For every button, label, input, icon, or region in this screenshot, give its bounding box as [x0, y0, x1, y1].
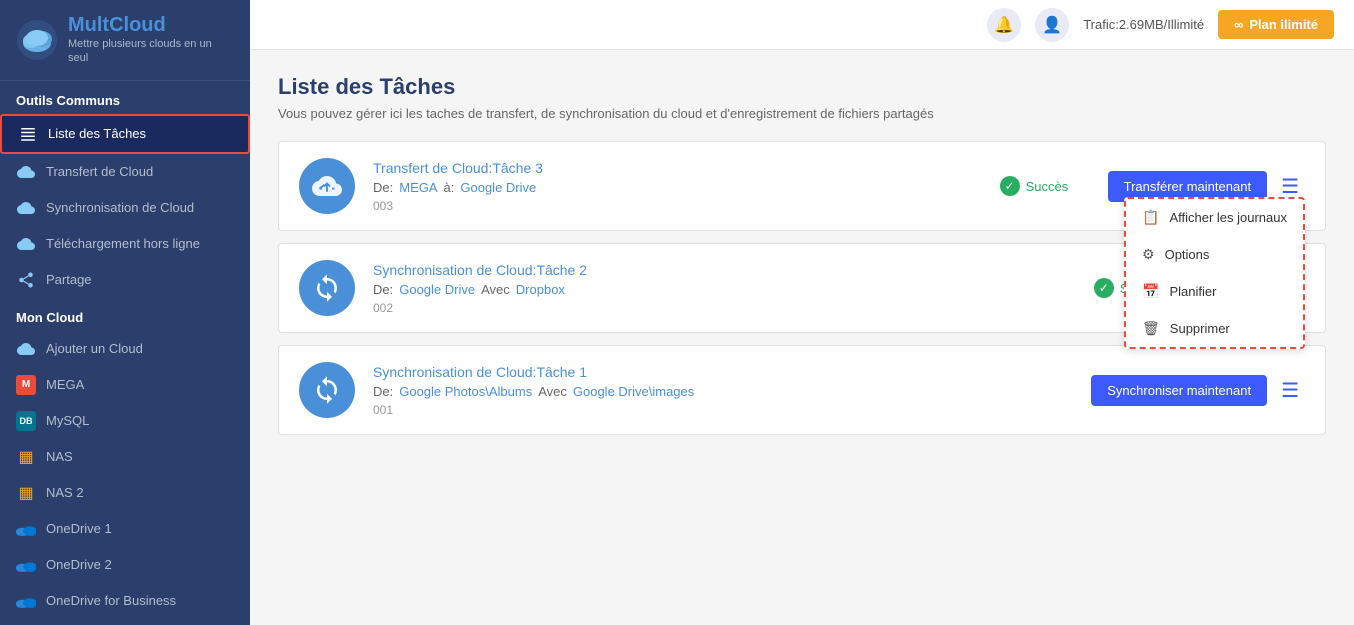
sidebar-label: Partage — [46, 272, 92, 287]
sidebar-item-ajouter-cloud[interactable]: Ajouter un Cloud — [0, 331, 250, 367]
cloud-download-icon — [16, 234, 36, 254]
sidebar-label: OneDrive for Business — [46, 593, 176, 608]
task3-title: Synchronisation de Cloud:Tâche 1 — [373, 364, 965, 380]
task3-from-link[interactable]: Google Photos\Albums — [399, 384, 532, 399]
add-cloud-icon — [16, 339, 36, 359]
onedrive-business-icon — [16, 591, 36, 611]
sidebar-label: NAS 2 — [46, 485, 84, 500]
task1-title: Transfert de Cloud:Tâche 3 — [373, 160, 982, 176]
sidebar-item-partage[interactable]: Partage — [0, 262, 250, 298]
sidebar-label: MySQL — [46, 413, 89, 428]
top-bar: 🔔 👤 Trafic:2.69MB/Illimité ∞ Plan ilimit… — [250, 0, 1354, 50]
dropdown-planifier[interactable]: 📅 Planifier — [1126, 273, 1303, 310]
task2-title: Synchronisation de Cloud:Tâche 2 — [373, 262, 1076, 278]
sidebar: MultCloud Mettre plusieurs clouds en un … — [0, 0, 250, 625]
sidebar-item-inviter[interactable]: ♣ Inviter des amis — [0, 619, 250, 625]
gear-icon: ⚙ — [1142, 246, 1155, 263]
status-check2-icon: ✓ — [1094, 278, 1114, 298]
trash-icon: 🗑 — [1142, 320, 1160, 337]
status-check-icon: ✓ — [1000, 176, 1020, 196]
sidebar-item-mega[interactable]: M MEGA — [0, 367, 250, 403]
task3-action-button[interactable]: Synchroniser maintenant — [1091, 375, 1267, 406]
mysql-icon: DB — [16, 411, 36, 431]
logo-name: MultCloud — [68, 14, 234, 37]
sidebar-item-mysql[interactable]: DB MySQL — [0, 403, 250, 439]
dropdown-afficher-journaux[interactable]: 📋 Afficher les journaux — [1126, 199, 1303, 236]
sidebar-label: Synchronisation de Cloud — [46, 200, 194, 215]
sidebar-item-liste-taches[interactable]: Liste des Tâches — [0, 114, 250, 154]
share-icon — [16, 270, 36, 290]
task3-actions: Synchroniser maintenant ☰ — [1091, 374, 1305, 407]
task3-info: Synchronisation de Cloud:Tâche 1 De: Goo… — [373, 364, 965, 417]
task2-route: De: Google Drive Avec Dropbox — [373, 282, 1076, 297]
task3-cloud-icon — [299, 362, 355, 418]
task2-from-link[interactable]: Google Drive — [399, 282, 475, 297]
main-area: 🔔 👤 Trafic:2.69MB/Illimité ∞ Plan ilimit… — [250, 0, 1354, 625]
section-cloud-title: Mon Cloud — [0, 298, 250, 331]
traffic-info: Trafic:2.69MB/Illimité — [1083, 17, 1204, 32]
doc-icon: 📋 — [1142, 209, 1159, 226]
sidebar-label: NAS — [46, 449, 73, 464]
task2-id: 002 — [373, 301, 1076, 315]
sidebar-item-onedrive2[interactable]: OneDrive 2 — [0, 547, 250, 583]
task1-from-link[interactable]: MEGA — [399, 180, 437, 195]
onedrive1-icon — [16, 519, 36, 539]
infinity-icon: ∞ — [1234, 17, 1243, 32]
dropdown-supprimer[interactable]: 🗑 Supprimer — [1126, 310, 1303, 347]
task3-route: De: Google Photos\Albums Avec Google Dri… — [373, 384, 965, 399]
task1-route: De: MEGA à: Google Drive — [373, 180, 982, 195]
mega-icon: M — [16, 375, 36, 395]
content-area: Liste des Tâches Vous pouvez gérer ici l… — [250, 50, 1354, 625]
task1-to-link[interactable]: Google Drive — [460, 180, 536, 195]
sidebar-item-onedrive-business[interactable]: OneDrive for Business — [0, 583, 250, 619]
sidebar-label: OneDrive 1 — [46, 521, 112, 536]
task2-with-link[interactable]: Dropbox — [516, 282, 565, 297]
task1-dropdown-menu: 📋 Afficher les journaux ⚙ Options 📅 Plan… — [1124, 197, 1305, 349]
sidebar-label: Transfert de Cloud — [46, 164, 153, 179]
task2-cloud-icon — [299, 260, 355, 316]
logo-area: MultCloud Mettre plusieurs clouds en un … — [0, 0, 250, 81]
sidebar-item-onedrive1[interactable]: OneDrive 1 — [0, 511, 250, 547]
plan-button[interactable]: ∞ Plan ilimité — [1218, 10, 1334, 39]
page-description: Vous pouvez gérer ici les taches de tran… — [278, 106, 1326, 121]
sidebar-label: MEGA — [46, 377, 84, 392]
notification-bell[interactable]: 🔔 — [987, 8, 1021, 42]
sidebar-item-sync-cloud[interactable]: Synchronisation de Cloud — [0, 190, 250, 226]
onedrive2-icon — [16, 555, 36, 575]
sidebar-item-nas[interactable]: ▦ NAS — [0, 439, 250, 475]
logo-icon — [16, 19, 58, 61]
sidebar-label: OneDrive 2 — [46, 557, 112, 572]
sidebar-label: Liste des Tâches — [48, 126, 146, 141]
list-icon — [18, 124, 38, 144]
logo-subtitle: Mettre plusieurs clouds en un seul — [68, 37, 234, 66]
task3-menu-button[interactable]: ☰ — [1275, 374, 1305, 407]
sidebar-label: Ajouter un Cloud — [46, 341, 143, 356]
task2-info: Synchronisation de Cloud:Tâche 2 De: Goo… — [373, 262, 1076, 315]
plan-label: Plan ilimité — [1249, 17, 1318, 32]
calendar-icon: 📅 — [1142, 283, 1159, 300]
sidebar-item-nas2[interactable]: ▦ NAS 2 — [0, 475, 250, 511]
task1-cloud-icon — [299, 158, 355, 214]
task-card-3: Synchronisation de Cloud:Tâche 1 De: Goo… — [278, 345, 1326, 435]
task-card-1: Transfert de Cloud:Tâche 3 De: MEGA à: G… — [278, 141, 1326, 231]
dropdown-options[interactable]: ⚙ Options — [1126, 236, 1303, 273]
task3-id: 001 — [373, 403, 965, 417]
cloud-transfer-icon — [16, 162, 36, 182]
task1-id: 003 — [373, 199, 982, 213]
nas-icon: ▦ — [16, 447, 36, 467]
task1-status: ✓ Succès — [1000, 176, 1090, 196]
sidebar-item-transfert-cloud[interactable]: Transfert de Cloud — [0, 154, 250, 190]
task1-info: Transfert de Cloud:Tâche 3 De: MEGA à: G… — [373, 160, 982, 213]
sidebar-item-telechargement[interactable]: Téléchargement hors ligne — [0, 226, 250, 262]
section-tools-title: Outils Communs — [0, 81, 250, 114]
page-title: Liste des Tâches — [278, 74, 1326, 100]
cloud-sync-icon — [16, 198, 36, 218]
task3-with-link[interactable]: Google Drive\images — [573, 384, 694, 399]
user-avatar[interactable]: 👤 — [1035, 8, 1069, 42]
nas2-icon: ▦ — [16, 483, 36, 503]
sidebar-label: Téléchargement hors ligne — [46, 236, 200, 251]
